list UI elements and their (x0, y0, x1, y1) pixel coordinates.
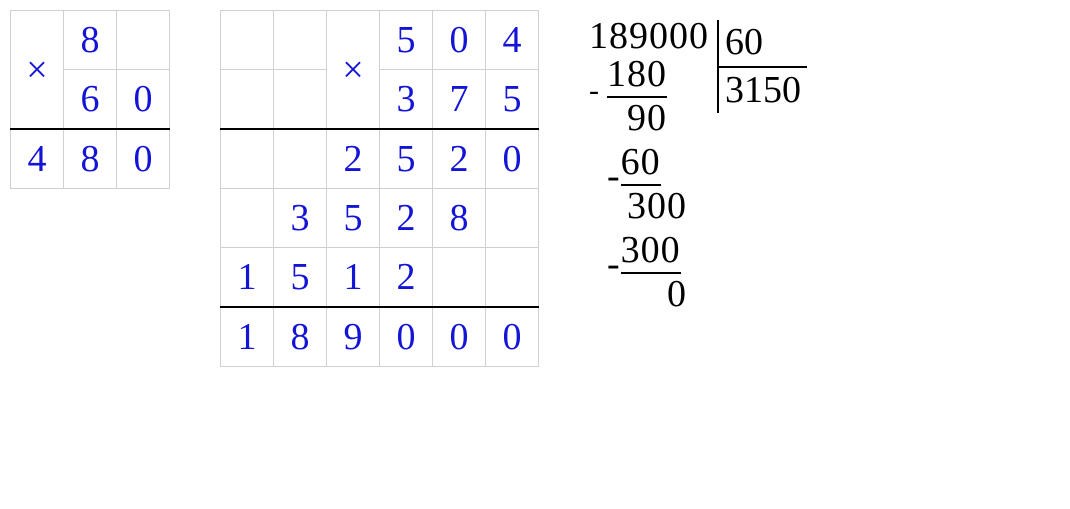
digit-cell: 2 (380, 189, 433, 248)
digit-cell: 5 (380, 129, 433, 189)
digit-cell: 7 (433, 70, 486, 130)
minus-sign: - (607, 243, 621, 285)
digit-cell: 9 (327, 307, 380, 367)
step-value: -300 (607, 230, 681, 274)
step-value: -60 (607, 142, 661, 186)
digit-cell: 2 (327, 129, 380, 189)
minus-sign: - (589, 74, 607, 107)
digit-cell: 5 (274, 248, 327, 308)
digit-cell: 8 (274, 307, 327, 367)
digit-cell: 1 (221, 248, 274, 308)
digit-cell: 0 (117, 70, 170, 130)
digit-cell (117, 11, 170, 70)
remainder-text: 0 (667, 273, 687, 315)
long-division: 189000 - 180 090 -60 (589, 10, 807, 318)
step-value: 180 (607, 54, 667, 98)
digit-cell (274, 129, 327, 189)
times-symbol: × (11, 11, 64, 130)
times-symbol: × (327, 11, 380, 130)
digit-cell: 5 (486, 70, 539, 130)
digit-cell: 2 (380, 248, 433, 308)
remainder-text: 300 (627, 185, 687, 227)
digit-cell: 8 (433, 189, 486, 248)
digit-cell: 3 (380, 70, 433, 130)
divisor: 60 (719, 20, 807, 68)
digit-cell (433, 248, 486, 308)
digit-cell (486, 189, 539, 248)
digit-cell: 4 (11, 129, 64, 189)
digit-cell (274, 11, 327, 70)
digit-cell: 0 (117, 129, 170, 189)
digit-cell: 1 (327, 248, 380, 308)
multiplication-large: × 5 0 4 3 7 5 2 5 2 0 3 5 2 8 (220, 10, 539, 367)
digit-cell: 5 (380, 11, 433, 70)
remainder-value: 090 (607, 98, 667, 140)
digit-cell: 0 (486, 307, 539, 367)
digit-cell (221, 189, 274, 248)
minus-sign: - (607, 155, 621, 197)
digit-cell (221, 11, 274, 70)
digit-cell (221, 70, 274, 130)
digit-cell: 0 (433, 307, 486, 367)
digit-cell: 5 (327, 189, 380, 248)
digit-cell: 0 (486, 129, 539, 189)
digit-cell: 4 (486, 11, 539, 70)
digit-cell: 0 (380, 307, 433, 367)
digit-cell: 0 (433, 11, 486, 70)
digit-cell: 2 (433, 129, 486, 189)
digit-cell: 6 (64, 70, 117, 130)
multiplication-small: × 8 6 0 4 8 0 (10, 10, 170, 189)
digit-cell (221, 129, 274, 189)
remainder-text: 90 (627, 97, 667, 139)
step-text: 60 (621, 142, 661, 186)
digit-cell: 3 (274, 189, 327, 248)
digit-cell: 1 (221, 307, 274, 367)
digit-cell: 8 (64, 11, 117, 70)
digit-cell (274, 70, 327, 130)
division-bracket: 60 3150 (717, 20, 807, 113)
digit-cell (486, 248, 539, 308)
dividend: 189000 (589, 16, 717, 58)
step-text: 300 (621, 230, 681, 274)
division-work: - 180 090 -60 0300 (589, 54, 687, 318)
quotient: 3150 (719, 68, 807, 114)
digit-cell: 8 (64, 129, 117, 189)
